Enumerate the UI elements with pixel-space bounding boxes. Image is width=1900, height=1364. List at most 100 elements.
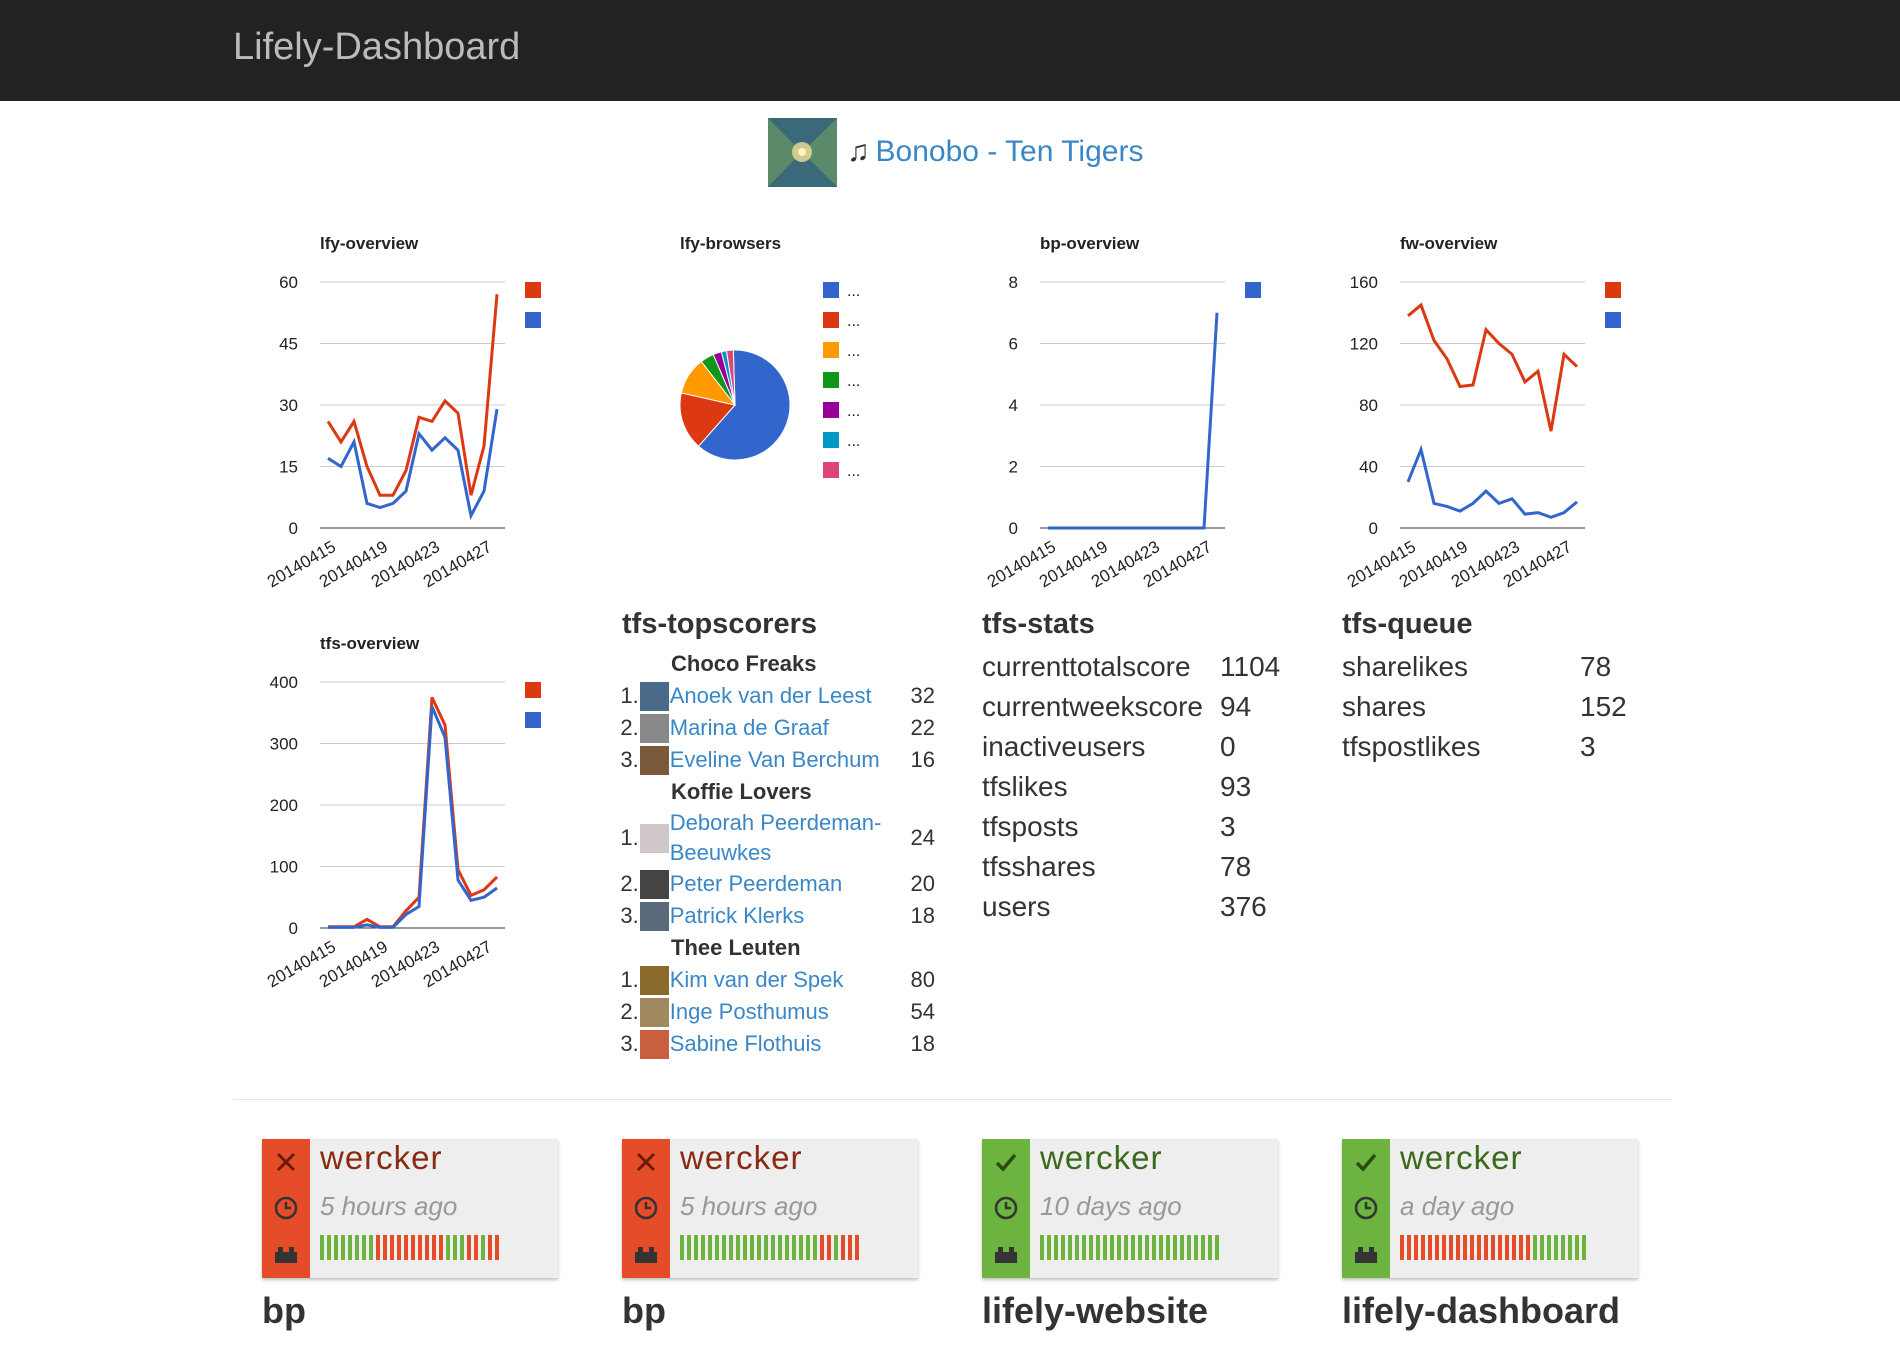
legend-swatch xyxy=(823,342,839,358)
build-history-bar xyxy=(1117,1235,1121,1260)
build-history-bar xyxy=(792,1235,796,1260)
build-history-bar xyxy=(376,1235,380,1260)
music-note-icon: ♫ xyxy=(847,135,870,168)
legend-swatch xyxy=(823,372,839,388)
series-line xyxy=(1407,302,1579,432)
build-history-bar xyxy=(1082,1235,1086,1260)
build-badge[interactable]: wercker a day ago xyxy=(1342,1139,1638,1278)
legend-swatch xyxy=(823,462,839,478)
stat-value: 1104 xyxy=(1220,651,1281,682)
team-name: Koffie Lovers xyxy=(671,779,812,804)
build-badge[interactable]: wercker 5 hours ago xyxy=(262,1139,558,1278)
player-name-link[interactable]: Sabine Flothuis xyxy=(670,1029,896,1059)
player-name-link[interactable]: Marina de Graaf xyxy=(670,713,896,743)
chart-svg: lfy-browsers..................... xyxy=(679,234,860,480)
chart-bp-overview: bp-overview 8 6 4 2 0 20140415 20140419 20140423… xyxy=(975,230,1295,600)
build-history-bar xyxy=(1477,1235,1481,1260)
chart-fw-overview: fw-overview 160 120 80 40 0 20140415 20140419 20… xyxy=(1335,230,1655,600)
build-history-bar xyxy=(1054,1235,1058,1260)
avatar xyxy=(639,713,669,743)
now-playing-track-link[interactable]: Bonobo - Ten Tigers xyxy=(876,135,1144,169)
player-name-link[interactable]: Kim van der Spek xyxy=(670,965,896,995)
stat-value: 94 xyxy=(1220,691,1252,722)
y-tick-label: 45 xyxy=(279,335,298,354)
y-tick-label: 40 xyxy=(1359,458,1378,477)
player-name-link[interactable]: Anoek van der Leest xyxy=(670,681,896,711)
build-history-bar xyxy=(488,1235,492,1260)
build-history-bar xyxy=(348,1235,352,1260)
y-tick-label: 0 xyxy=(289,519,298,538)
player-score: 22 xyxy=(910,715,935,740)
legend-swatch xyxy=(823,432,839,448)
player-row: 3. Eveline Van Berchum 16 xyxy=(615,744,935,776)
player-name-link[interactable]: Deborah Peerdeman-Beeuwkes xyxy=(670,808,896,868)
build-history-bar xyxy=(1491,1235,1495,1260)
build-history-bar xyxy=(1505,1235,1509,1260)
chart-title: lfy-overview xyxy=(320,234,419,253)
y-tick-label: 0 xyxy=(1009,519,1018,538)
build-status-strip xyxy=(1342,1139,1390,1278)
stat-key: currentweekscore xyxy=(982,691,1203,722)
player-rank: 1. xyxy=(620,967,639,992)
y-tick-label: 60 xyxy=(279,273,298,292)
build-history-bar xyxy=(1463,1235,1467,1260)
now-playing: ♫ Bonobo - Ten Tigers xyxy=(768,117,1143,187)
build-history-bar xyxy=(680,1235,684,1260)
build-badge[interactable]: wercker 5 hours ago xyxy=(622,1139,918,1278)
queue-row: tfspostlikes 3 xyxy=(1342,727,1627,767)
player-name-link[interactable]: Eveline Van Berchum xyxy=(670,745,896,775)
brand-link[interactable]: Lifely-Dashboard xyxy=(233,26,520,69)
build-history-bar xyxy=(1421,1235,1425,1260)
queue-row: shares 152 xyxy=(1342,687,1627,727)
build-history-bar xyxy=(383,1235,387,1260)
build-history-bar xyxy=(1498,1235,1502,1260)
legend-label: ... xyxy=(847,313,860,330)
build-history-bar xyxy=(687,1235,691,1260)
player-row: 1. Deborah Peerdeman-Beeuwkes 24 xyxy=(615,808,935,868)
build-history-bar xyxy=(729,1235,733,1260)
y-tick-label: 6 xyxy=(1009,335,1018,354)
player-name-link[interactable]: Patrick Klerks xyxy=(670,901,896,931)
build-history-bar xyxy=(1526,1235,1530,1260)
queue-value: 152 xyxy=(1580,691,1627,722)
build-history-bar xyxy=(474,1235,478,1260)
build-history-bar xyxy=(764,1235,768,1260)
player-score: 54 xyxy=(910,999,935,1024)
build-history-bar xyxy=(778,1235,782,1260)
build-history-bar xyxy=(1159,1235,1163,1260)
build-history-bar xyxy=(1575,1235,1579,1260)
player-name-link[interactable]: Peter Peerdeman xyxy=(670,869,896,899)
y-tick-label: 120 xyxy=(1350,335,1378,354)
player-name-link[interactable]: Inge Posthumus xyxy=(670,997,896,1027)
stat-row: inactiveusers 0 xyxy=(982,727,1280,767)
build-history-bar xyxy=(715,1235,719,1260)
player-row: 3. Patrick Klerks 18 xyxy=(615,900,935,932)
build-history-bar xyxy=(341,1235,345,1260)
legend-swatch xyxy=(525,682,541,698)
team-block: Koffie Lovers 1. Deborah Peerdeman-Beeuw… xyxy=(615,776,935,932)
player-row: 1. Kim van der Spek 80 xyxy=(615,964,935,996)
player-row: 1. Anoek van der Leest 32 xyxy=(615,680,935,712)
y-tick-label: 0 xyxy=(289,919,298,938)
build-history-bar xyxy=(694,1235,698,1260)
y-tick-label: 8 xyxy=(1009,273,1018,292)
build-history-bar xyxy=(1554,1235,1558,1260)
chart-svg: lfy-overview6045301502014041520140419201… xyxy=(264,234,541,591)
stat-key: currenttotalscore xyxy=(982,651,1191,682)
build-history-bar xyxy=(1166,1235,1170,1260)
player-rank: 2. xyxy=(620,999,639,1024)
player-score: 80 xyxy=(910,967,935,992)
chart-title: lfy-browsers xyxy=(680,234,781,253)
stat-key: tfslikes xyxy=(982,771,1068,802)
build-history-bar xyxy=(1533,1235,1537,1260)
build-history-bar xyxy=(1208,1235,1212,1260)
clock-icon xyxy=(1342,1185,1390,1231)
build-history-bar xyxy=(1124,1235,1128,1260)
build-badge[interactable]: wercker 10 days ago xyxy=(982,1139,1278,1278)
stat-value: 3 xyxy=(1220,811,1236,842)
build-history-bar xyxy=(855,1235,859,1260)
queue-value: 78 xyxy=(1580,651,1612,682)
build-history-bar xyxy=(1068,1235,1072,1260)
build-history-bar xyxy=(439,1235,443,1260)
build-history-bar xyxy=(1040,1235,1044,1260)
